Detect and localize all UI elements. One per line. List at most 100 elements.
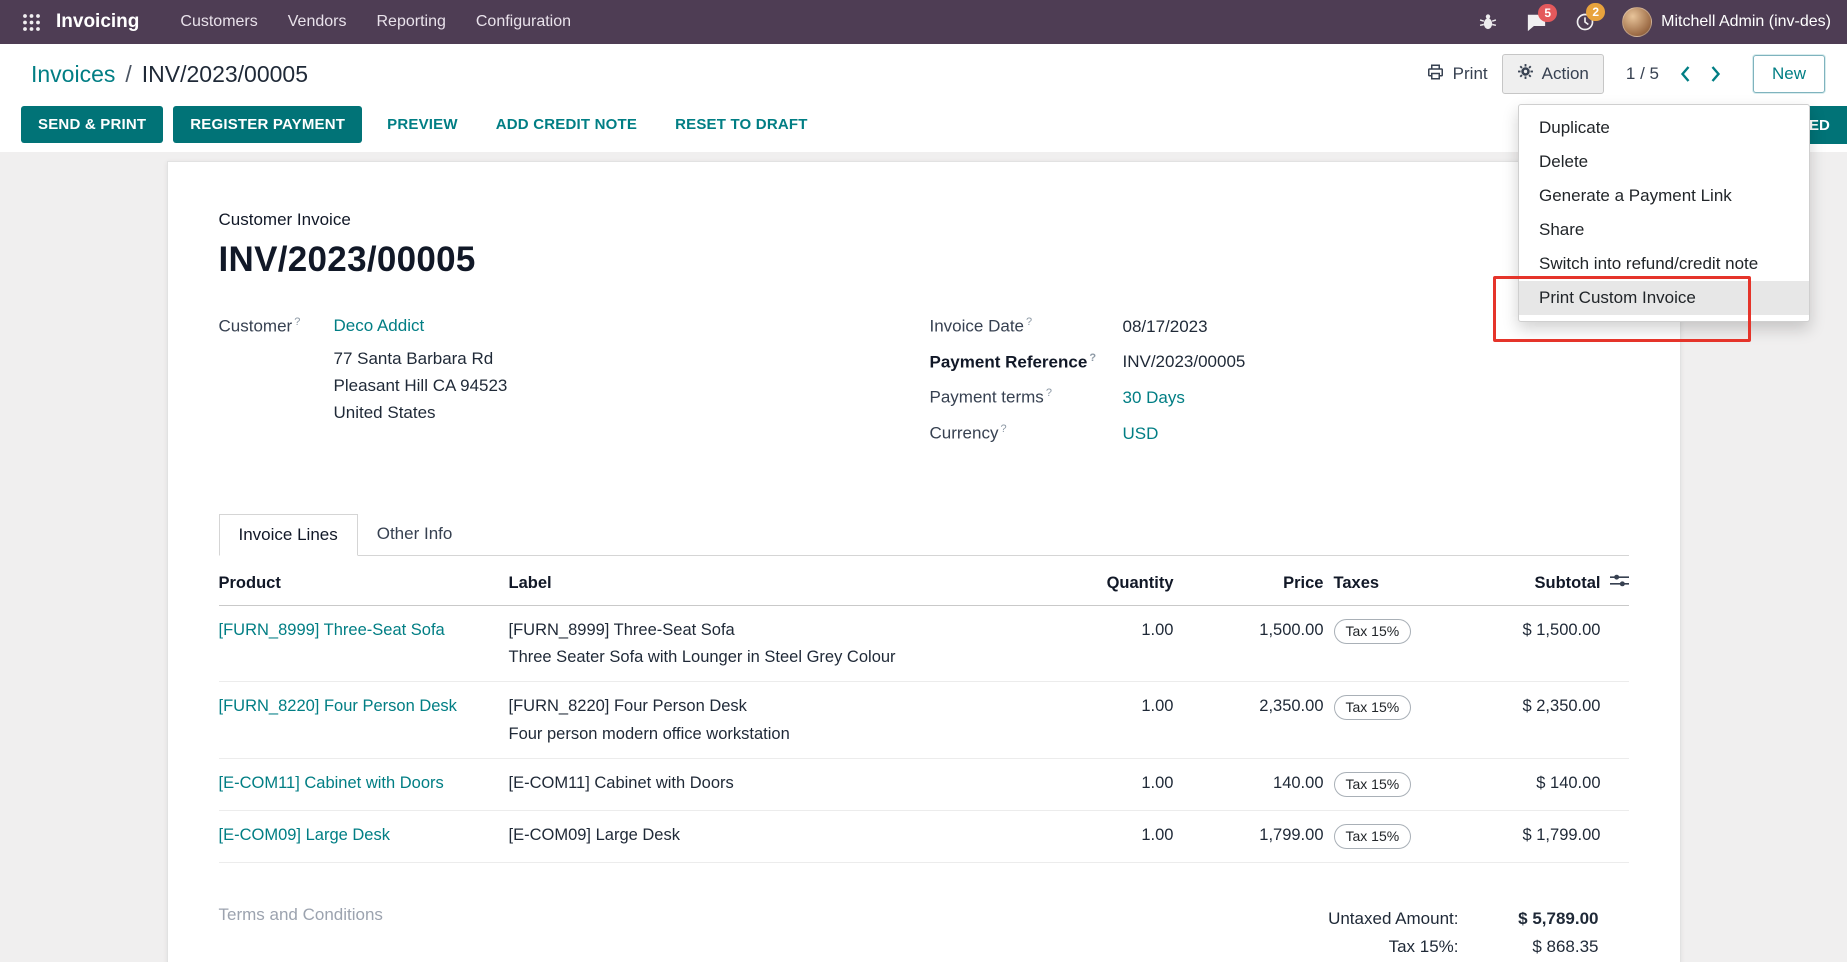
customer-address-line: United States bbox=[334, 399, 508, 426]
tab-invoice-lines[interactable]: Invoice Lines bbox=[219, 514, 358, 556]
label-cell[interactable]: [FURN_8999] Three-Seat SofaThree Seater … bbox=[509, 619, 1069, 669]
subtotal-cell: $ 2,350.00 bbox=[1494, 695, 1601, 717]
nav-item-configuration[interactable]: Configuration bbox=[461, 0, 586, 44]
print-button[interactable]: Print bbox=[1426, 63, 1488, 86]
help-icon: ? bbox=[1046, 387, 1052, 399]
line-label: [E-COM09] Large Desk bbox=[509, 824, 1069, 846]
quantity-cell[interactable]: 1.00 bbox=[1069, 824, 1174, 846]
register-payment-button[interactable]: REGISTER PAYMENT bbox=[173, 106, 362, 143]
menu-item-duplicate[interactable]: Duplicate bbox=[1519, 111, 1809, 145]
customer-link[interactable]: Deco Addict bbox=[334, 316, 425, 336]
pager-next-button[interactable] bbox=[1702, 63, 1729, 85]
app-screen: Invoicing Customers Vendors Reporting Co… bbox=[0, 0, 1847, 962]
menu-item-print-custom-invoice[interactable]: Print Custom Invoice bbox=[1519, 281, 1809, 315]
print-label: Print bbox=[1453, 64, 1488, 84]
nav-item-reporting[interactable]: Reporting bbox=[361, 0, 460, 44]
label-cell[interactable]: [E-COM09] Large Desk bbox=[509, 824, 1069, 846]
app-brand[interactable]: Invoicing bbox=[56, 11, 139, 33]
label-cell[interactable]: [FURN_8220] Four Person Desk Four person … bbox=[509, 695, 1069, 745]
help-icon: ? bbox=[1026, 316, 1032, 328]
help-icon: ? bbox=[1000, 423, 1006, 435]
product-cell: [FURN_8220] Four Person Desk bbox=[219, 695, 509, 717]
tab-other-info[interactable]: Other Info bbox=[358, 514, 472, 556]
nav-item-customers[interactable]: Customers bbox=[165, 0, 272, 44]
debug-bug-icon[interactable] bbox=[1467, 6, 1509, 38]
label-cell[interactable]: [E-COM11] Cabinet with Doors bbox=[509, 772, 1069, 794]
line-label: [FURN_8999] Three-Seat Sofa bbox=[509, 619, 1069, 641]
user-name: Mitchell Admin (inv-des) bbox=[1661, 13, 1831, 31]
payment-terms-value[interactable]: 30 Days bbox=[1123, 388, 1185, 408]
menu-item-generate-payment-link[interactable]: Generate a Payment Link bbox=[1519, 179, 1809, 213]
quantity-cell[interactable]: 1.00 bbox=[1069, 695, 1174, 717]
pager: 1 / 5 bbox=[1626, 63, 1729, 85]
quantity-cell[interactable]: 1.00 bbox=[1069, 619, 1174, 641]
product-cell: [FURN_8999] Three-Seat Sofa bbox=[219, 619, 509, 641]
field-row-payment-reference: Payment Reference? INV/2023/00005 bbox=[930, 352, 1629, 373]
sheet-footer: Terms and Conditions Untaxed Amount: $ 5… bbox=[219, 905, 1629, 962]
activities-badge: 2 bbox=[1586, 3, 1605, 21]
new-button[interactable]: New bbox=[1753, 55, 1825, 93]
header-product: Product bbox=[219, 572, 509, 594]
product-link[interactable]: [E-COM11] Cabinet with Doors bbox=[219, 774, 444, 792]
customer-block: Deco Addict 77 Santa Barbara Rd Pleasant… bbox=[334, 316, 508, 459]
messages-icon[interactable]: 5 bbox=[1515, 7, 1558, 38]
line-label: [FURN_8220] Four Person Desk bbox=[509, 695, 1069, 717]
line-description: Four person modern office workstation bbox=[509, 723, 1069, 745]
printer-icon bbox=[1426, 63, 1445, 86]
invoice-date-value[interactable]: 08/17/2023 bbox=[1123, 317, 1208, 337]
currency-value[interactable]: USD bbox=[1123, 424, 1159, 444]
breadcrumb-separator: / bbox=[125, 61, 131, 88]
breadcrumb-current: INV/2023/00005 bbox=[142, 61, 308, 88]
nav-item-vendors[interactable]: Vendors bbox=[273, 0, 362, 44]
apps-grid-icon[interactable] bbox=[16, 13, 47, 32]
pager-previous-button[interactable] bbox=[1672, 63, 1699, 85]
user-menu[interactable]: Mitchell Admin (inv-des) bbox=[1622, 7, 1831, 37]
statusbar-buttons: SEND & PRINT REGISTER PAYMENT PREVIEW AD… bbox=[21, 106, 831, 143]
tax-badge[interactable]: Tax 15% bbox=[1334, 619, 1412, 644]
customer-section: Customer? Deco Addict 77 Santa Barbara R… bbox=[219, 316, 924, 459]
tax-badge[interactable]: Tax 15% bbox=[1334, 695, 1412, 720]
control-panel-right: Print Action 1 / 5 New bbox=[1426, 54, 1825, 94]
invoice-date-label: Invoice Date? bbox=[930, 316, 1123, 337]
menu-item-switch-refund-credit-note[interactable]: Switch into refund/credit note bbox=[1519, 247, 1809, 281]
header-taxes: Taxes bbox=[1324, 572, 1494, 594]
product-cell: [E-COM09] Large Desk bbox=[219, 824, 509, 846]
breadcrumb-invoices-link[interactable]: Invoices bbox=[31, 61, 115, 88]
action-button[interactable]: Action bbox=[1502, 54, 1604, 94]
invoice-title[interactable]: INV/2023/00005 bbox=[219, 240, 1629, 280]
price-cell[interactable]: 1,799.00 bbox=[1174, 824, 1324, 846]
action-label: Action bbox=[1542, 64, 1589, 84]
notebook-tabs: Invoice Lines Other Info bbox=[219, 513, 1629, 556]
quantity-cell[interactable]: 1.00 bbox=[1069, 772, 1174, 794]
header-price: Price bbox=[1174, 572, 1324, 594]
tax-badge[interactable]: Tax 15% bbox=[1334, 772, 1412, 797]
tax-row: Tax 15%: $ 868.35 bbox=[1289, 933, 1599, 961]
menu-item-delete[interactable]: Delete bbox=[1519, 145, 1809, 179]
product-link[interactable]: [FURN_8220] Four Person Desk bbox=[219, 697, 457, 715]
breadcrumb: Invoices / INV/2023/00005 bbox=[31, 61, 308, 88]
help-icon: ? bbox=[1089, 352, 1096, 364]
price-cell[interactable]: 2,350.00 bbox=[1174, 695, 1324, 717]
preview-button[interactable]: PREVIEW bbox=[372, 106, 473, 143]
payment-reference-value[interactable]: INV/2023/00005 bbox=[1123, 352, 1246, 372]
product-link[interactable]: [E-COM09] Large Desk bbox=[219, 826, 390, 844]
optional-columns-icon[interactable] bbox=[1610, 572, 1629, 594]
header-subtotal: Subtotal bbox=[1494, 572, 1601, 594]
send-and-print-button[interactable]: SEND & PRINT bbox=[21, 106, 163, 143]
gear-icon bbox=[1517, 63, 1534, 85]
price-cell[interactable]: 1,500.00 bbox=[1174, 619, 1324, 641]
customer-address-line: 77 Santa Barbara Rd bbox=[334, 345, 508, 372]
menu-item-share[interactable]: Share bbox=[1519, 213, 1809, 247]
payment-reference-label: Payment Reference? bbox=[930, 352, 1123, 373]
product-link[interactable]: [FURN_8999] Three-Seat Sofa bbox=[219, 621, 445, 639]
activities-clock-icon[interactable]: 2 bbox=[1564, 6, 1606, 38]
terms-placeholder[interactable]: Terms and Conditions bbox=[219, 905, 383, 962]
chevron-right-icon bbox=[1709, 65, 1722, 83]
messages-badge: 5 bbox=[1538, 4, 1557, 22]
pager-value[interactable]: 1 / 5 bbox=[1626, 64, 1659, 84]
tax-badge[interactable]: Tax 15% bbox=[1334, 824, 1412, 849]
price-cell[interactable]: 140.00 bbox=[1174, 772, 1324, 794]
reset-to-draft-button[interactable]: RESET TO DRAFT bbox=[660, 106, 823, 143]
add-credit-note-button[interactable]: ADD CREDIT NOTE bbox=[481, 106, 652, 143]
totals-block: Untaxed Amount: $ 5,789.00 Tax 15%: $ 86… bbox=[1289, 905, 1599, 962]
